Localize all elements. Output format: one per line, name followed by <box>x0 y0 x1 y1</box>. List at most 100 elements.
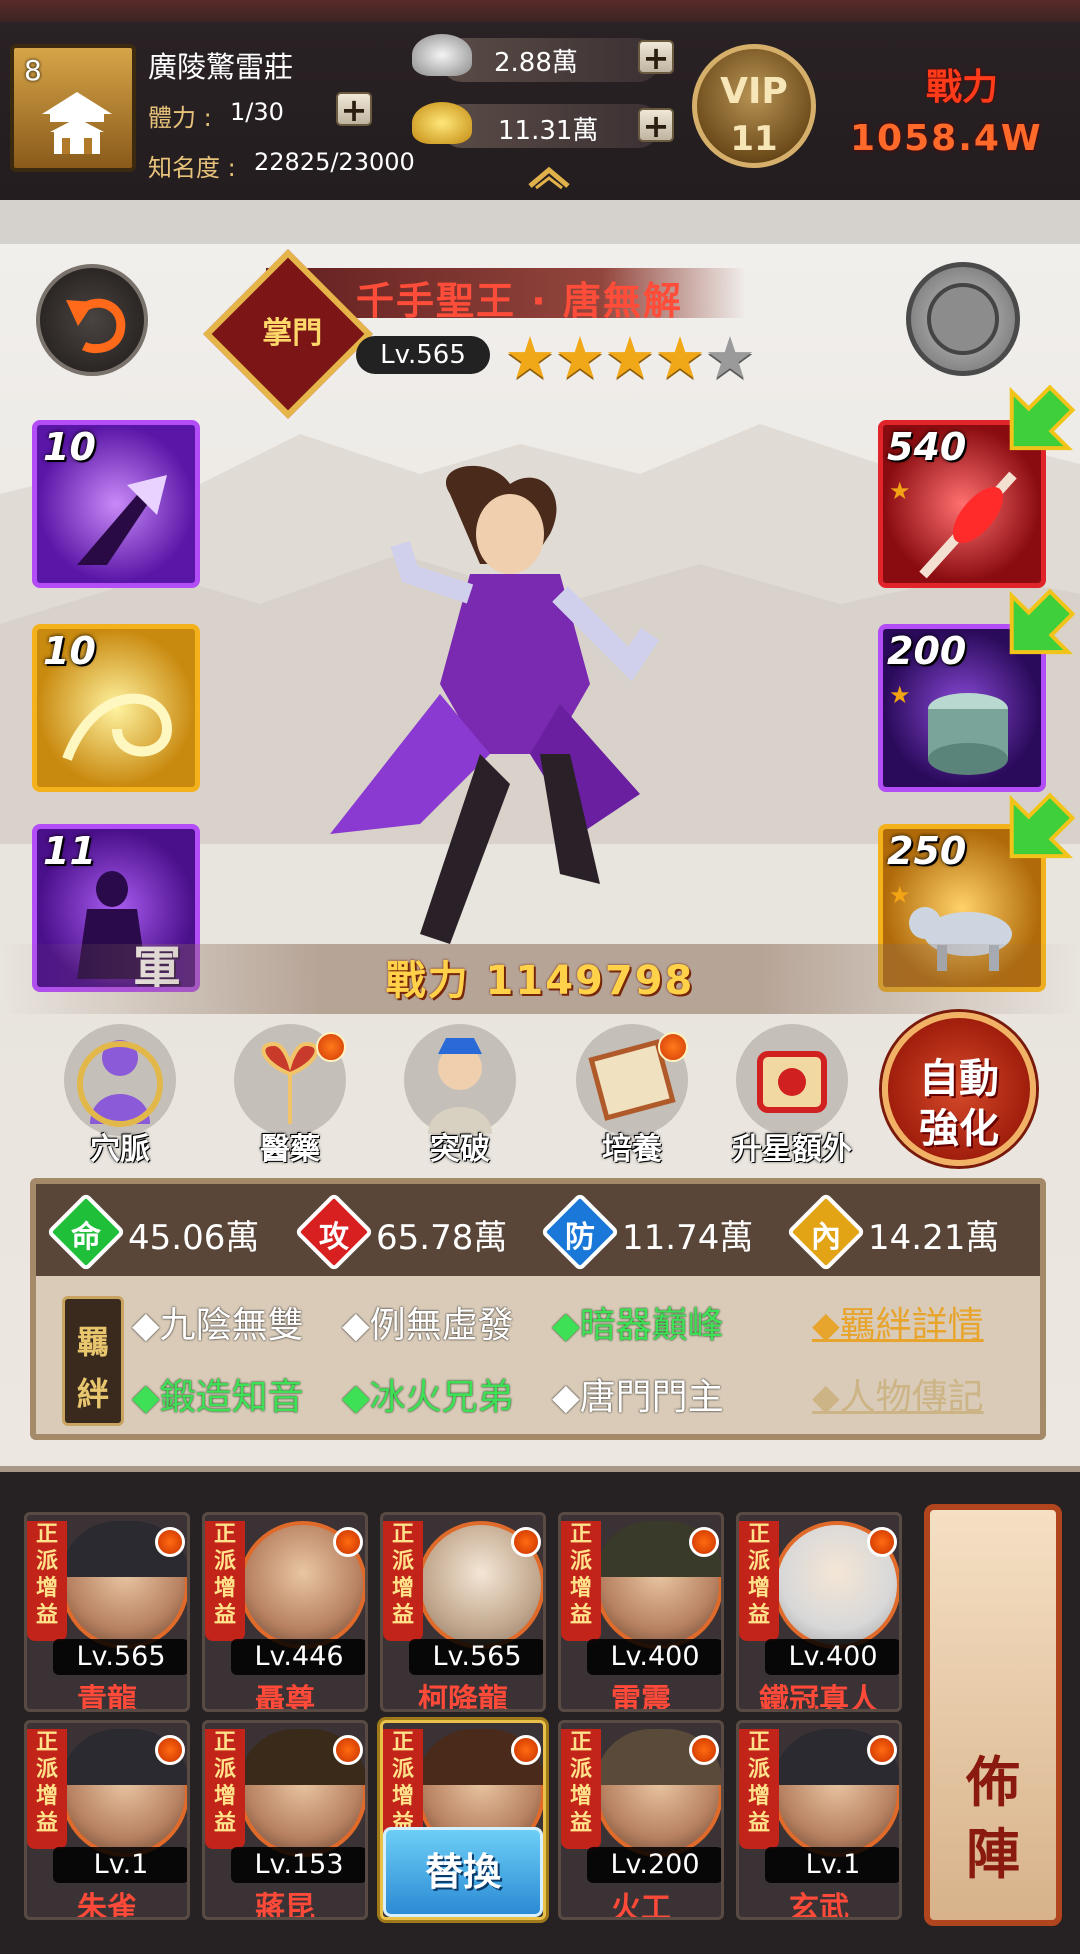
righteous-bonus-ribbon: 正派增益 <box>561 1729 601 1849</box>
defense-value: 11.74萬 <box>622 1218 754 1258</box>
stamina-label: 體力 : <box>148 104 212 132</box>
medicine-button[interactable]: 醫藥 <box>220 1024 360 1174</box>
bond-details-link[interactable]: ◆羈絆詳情 <box>812 1296 984 1348</box>
hero-power: 戰力 1149798 <box>385 958 695 1004</box>
star-icon: ★ <box>654 324 706 392</box>
ribbon-char: 派 <box>391 1549 414 1574</box>
ribbon-char: 正 <box>569 1730 592 1755</box>
roster-level: Lv.1 <box>765 1847 899 1883</box>
righteous-bonus-ribbon: 正派增益 <box>27 1729 67 1849</box>
top-bar: 8 廣陵驚雷莊 體力 : 1/30 + 知名度 : 22825/23000 2.… <box>0 0 1080 200</box>
formation-char: 佈 <box>966 1751 1020 1814</box>
purple-dart-icon <box>77 475 167 565</box>
star-upgrade-button[interactable]: 升星額外 <box>722 1024 862 1174</box>
star-icon: ★ <box>604 324 656 392</box>
formation-button[interactable]: 佈 陣 <box>924 1504 1062 1926</box>
ribbon-char: 派 <box>213 1757 236 1782</box>
roster-card[interactable]: 正派增益 Lv.1 朱雀 <box>24 1720 190 1920</box>
fame-label: 知名度 : <box>148 154 236 182</box>
vip-badge[interactable]: VIP 11 <box>692 44 816 168</box>
notification-dot <box>511 1527 541 1557</box>
roster-card[interactable]: 正派增益 Lv.400 雷震 <box>558 1512 724 1712</box>
return-arrow-icon <box>66 298 126 354</box>
roster-level: Lv.400 <box>765 1639 899 1675</box>
roster-card[interactable]: 正派增益 Lv.1 玄武 <box>736 1720 902 1920</box>
roster-card-current[interactable]: 正派增益 替換 <box>380 1720 546 1920</box>
stats-panel: 命 45.06萬 攻 65.78萬 防 11.74萬 內 14.21萬 羈 絆 <box>30 1178 1046 1440</box>
biography-link[interactable]: ◆人物傳記 <box>812 1368 984 1420</box>
attack-value: 65.78萬 <box>376 1218 508 1258</box>
roster-card[interactable]: 正派增益 Lv.153 蔣昆 <box>202 1720 368 1920</box>
meridian-button[interactable]: 穴脈 <box>50 1024 190 1174</box>
fame-value: 22825/23000 <box>254 148 415 176</box>
righteous-bonus-ribbon: 正派增益 <box>561 1521 601 1641</box>
add-silver-button[interactable]: + <box>638 40 674 74</box>
skill-slot-2[interactable]: 10 <box>32 624 200 792</box>
ribbon-char: 增 <box>747 1784 770 1809</box>
sect-medal-button[interactable] <box>906 262 1020 376</box>
ribbon-char: 增 <box>569 1784 592 1809</box>
back-button[interactable] <box>36 264 148 376</box>
breakthrough-button[interactable]: 突破 <box>390 1024 530 1174</box>
ribbon-char: 增 <box>213 1784 236 1809</box>
inner-power-value: 14.21萬 <box>868 1218 1000 1258</box>
ribbon-char: 增 <box>35 1576 58 1601</box>
ribbon-char: 增 <box>747 1576 770 1601</box>
empty-star-icon: ★ <box>704 324 756 392</box>
roster-card[interactable]: 正派增益 Lv.446 聶尊 <box>202 1512 368 1712</box>
hp-glyph: 命 <box>71 1220 101 1255</box>
notification-dot <box>867 1735 897 1765</box>
roster-name: 聶尊 <box>255 1683 315 1712</box>
ribbon-char: 派 <box>747 1757 770 1782</box>
ribbon-char: 益 <box>391 1603 414 1628</box>
add-gold-button[interactable]: + <box>638 108 674 142</box>
ribbon-char: 益 <box>213 1811 236 1836</box>
ribbon-char: 益 <box>569 1811 592 1836</box>
defense-glyph: 防 <box>565 1220 595 1255</box>
roster-card[interactable]: 正派增益 Lv.400 鐵冠真人 <box>736 1512 902 1712</box>
skill-slot-1[interactable]: 10 <box>32 420 200 588</box>
hp-value: 45.06萬 <box>128 1218 260 1258</box>
roster-level: Lv.200 <box>587 1847 721 1883</box>
guild-level-badge[interactable]: 8 <box>10 44 136 172</box>
roster-name: 蔣昆 <box>255 1891 315 1920</box>
star-upgrade-icon <box>736 1024 848 1136</box>
bond-item: ◆九陰無雙 <box>132 1305 304 1346</box>
bond-item-active: ◆鍛造知音 <box>132 1377 304 1418</box>
roster-name: 玄武 <box>789 1891 849 1920</box>
auto-enhance-button[interactable]: 自動 強化 <box>882 1012 1036 1166</box>
roster-panel: 正派增益 Lv.565 青龍 正派增益 Lv.446 聶尊 正派增益 Lv.56… <box>0 1466 1080 1954</box>
ribbon-char: 益 <box>35 1603 58 1628</box>
roster-card[interactable]: 正派增益 Lv.200 火工 <box>558 1720 724 1920</box>
cultivate-button[interactable]: 培養 <box>562 1024 702 1174</box>
upgrade-arrow-icon <box>1000 588 1080 688</box>
chevron-up-icon[interactable] <box>526 164 572 190</box>
meridian-label: 穴脈 <box>90 1132 150 1167</box>
skill-level: 10 <box>43 425 96 469</box>
add-stamina-button[interactable]: + <box>336 92 372 126</box>
ribbon-char: 益 <box>747 1811 770 1836</box>
notification-dot <box>689 1527 719 1557</box>
swap-button[interactable]: 替換 <box>383 1827 543 1917</box>
jade-ring-icon <box>928 693 1008 775</box>
guild-level: 8 <box>24 54 42 87</box>
righteous-bonus-ribbon: 正派增益 <box>383 1521 423 1641</box>
gold-ingot-icon <box>412 102 472 144</box>
star-icon: ★ <box>504 324 556 392</box>
breakthrough-icon <box>404 1024 516 1136</box>
star-icon: ★ <box>889 681 911 709</box>
roster-card[interactable]: 正派增益 Lv.565 柯降龍 <box>380 1512 546 1712</box>
stamina-value: 1/30 <box>230 98 284 126</box>
notification-dot <box>155 1735 185 1765</box>
righteous-bonus-ribbon: 正派增益 <box>739 1729 779 1849</box>
notification-dot <box>333 1527 363 1557</box>
ribbon-char: 增 <box>35 1784 58 1809</box>
vip-level: 11 <box>730 119 778 159</box>
righteous-bonus-ribbon: 正派增益 <box>205 1729 245 1849</box>
roster-card[interactable]: 正派增益 Lv.565 青龍 <box>24 1512 190 1712</box>
cultivate-label: 培養 <box>602 1132 662 1167</box>
notification-dot <box>689 1735 719 1765</box>
hero-level: Lv.565 <box>356 336 490 374</box>
equip-level: 200 <box>887 629 967 673</box>
silver-value: 2.88萬 <box>494 48 578 78</box>
